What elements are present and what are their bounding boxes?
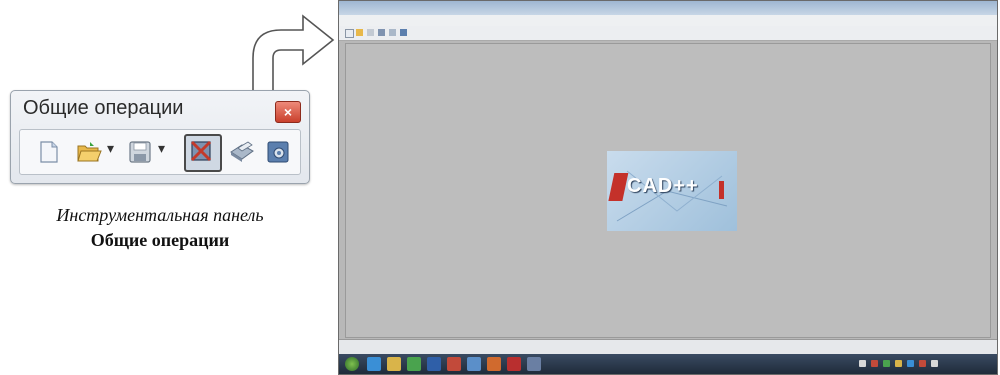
app-titlebar — [339, 1, 997, 15]
common-operations-toolbar: Общие операции × ▾ ▾ — [10, 90, 310, 184]
tray-icon[interactable] — [859, 360, 866, 367]
settings-icon[interactable] — [400, 29, 407, 36]
app-icon[interactable] — [427, 357, 441, 371]
tray-icon[interactable] — [931, 360, 938, 367]
save-icon[interactable] — [367, 29, 374, 36]
close-icon: × — [283, 104, 293, 120]
save-icon[interactable] — [128, 140, 152, 164]
folder-icon[interactable] — [387, 357, 401, 371]
toolbar-title: Общие операции — [23, 97, 184, 119]
splash-logo: CAD++ — [607, 151, 737, 231]
print-icon[interactable] — [389, 29, 396, 36]
tray-icon[interactable] — [883, 360, 890, 367]
callout-arrow — [252, 14, 335, 99]
settings-icon[interactable] — [266, 140, 290, 164]
splash-text: CAD++ — [627, 175, 699, 197]
tray-icon[interactable] — [895, 360, 902, 367]
start-button-icon[interactable] — [345, 357, 359, 371]
app-icon[interactable] — [527, 357, 541, 371]
app-icon[interactable] — [447, 357, 461, 371]
caption-line-1: Инструментальная панель — [56, 205, 264, 225]
select-frame-icon — [190, 140, 212, 162]
tray-icon[interactable] — [919, 360, 926, 367]
app-menubar — [339, 15, 997, 26]
app-window-screenshot: CAD++ — [338, 0, 998, 375]
status-bar — [339, 339, 997, 354]
tray-icon[interactable] — [871, 360, 878, 367]
app-icon[interactable] — [507, 357, 521, 371]
app-icon[interactable] — [407, 357, 421, 371]
open-folder-icon[interactable] — [76, 140, 102, 164]
caption-line-2: Общие операции — [90, 230, 230, 250]
open-folder-icon[interactable] — [356, 29, 363, 36]
browser-icon[interactable] — [367, 357, 381, 371]
app-icon[interactable] — [467, 357, 481, 371]
taskbar — [339, 354, 997, 374]
app-toolbar — [339, 26, 997, 41]
save-dropdown-arrow[interactable]: ▾ — [158, 140, 165, 157]
new-document-icon[interactable] — [345, 29, 354, 38]
print-icon[interactable] — [228, 140, 256, 164]
select-frame-button[interactable] — [184, 134, 222, 172]
new-document-icon[interactable] — [38, 140, 60, 164]
app-icon[interactable] — [487, 357, 501, 371]
toolbar-buttons: ▾ ▾ — [19, 129, 301, 175]
select-frame-icon[interactable] — [378, 29, 385, 36]
close-button[interactable]: × — [275, 101, 301, 123]
tray-icon[interactable] — [907, 360, 914, 367]
open-dropdown-arrow[interactable]: ▾ — [107, 140, 114, 157]
